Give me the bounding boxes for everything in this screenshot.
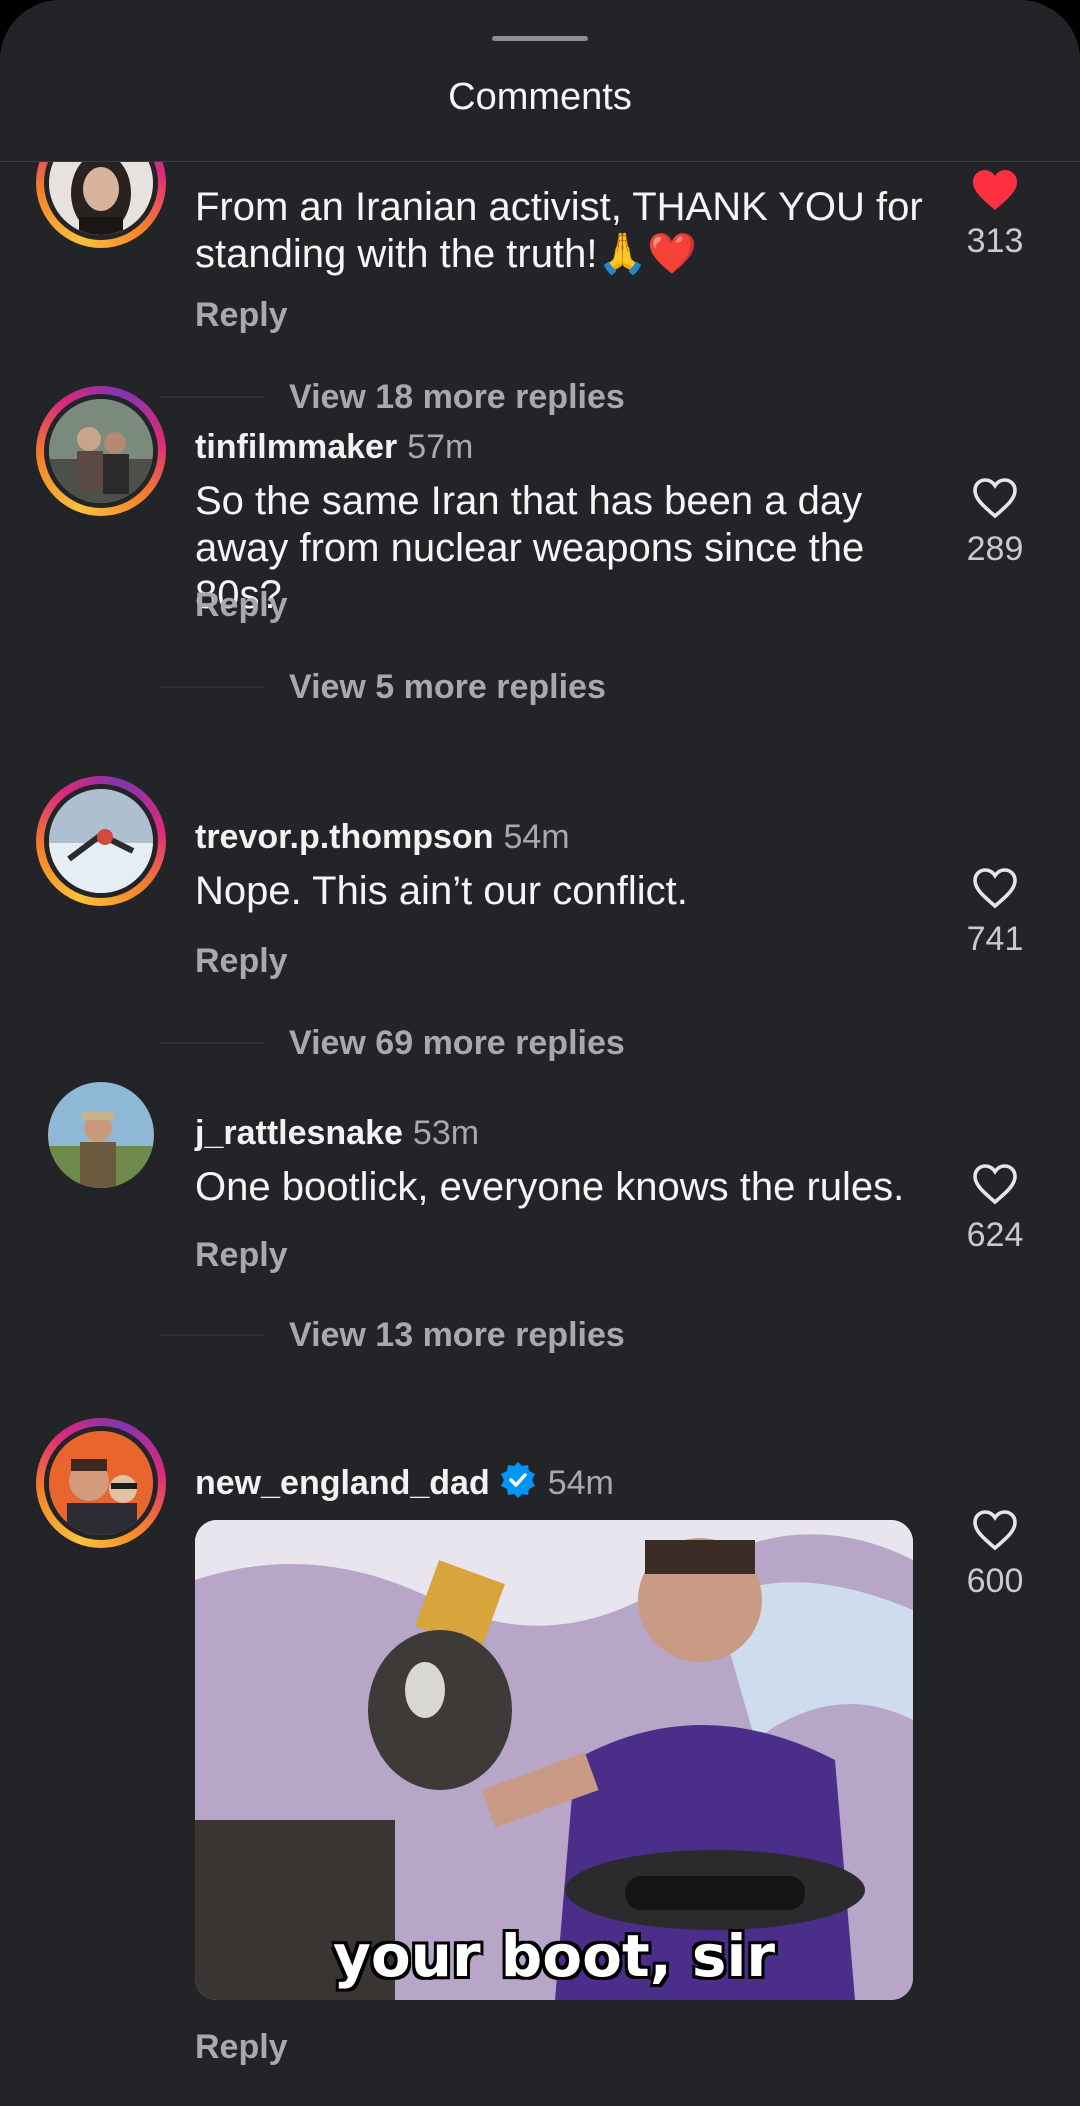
thread-line	[160, 1042, 265, 1044]
thread-line	[160, 396, 265, 398]
heart-outline-icon	[973, 478, 1017, 519]
timestamp: 54m	[547, 1464, 614, 1502]
heart-outline-icon	[973, 1164, 1017, 1205]
reply-button[interactable]: Reply	[195, 296, 288, 335]
username[interactable]: j_rattlesnake	[195, 1114, 403, 1152]
gif-caption: your boot, sir	[333, 1922, 775, 1990]
like-button[interactable]: 600	[955, 1508, 1035, 1601]
reply-button[interactable]: Reply	[195, 942, 288, 981]
view-more-label: View 5 more replies	[289, 668, 606, 706]
comment-meta: tinfilmmaker 57m	[195, 428, 473, 467]
timestamp: 57m	[407, 428, 474, 466]
gif-attachment[interactable]: your boot, sir	[195, 1520, 913, 2000]
reply-button[interactable]: Reply	[195, 2028, 288, 2067]
username[interactable]: new_england_dad	[195, 1464, 490, 1502]
heart-filled-icon	[973, 170, 1017, 210]
view-more-label: View 13 more replies	[289, 1316, 625, 1354]
like-count: 313	[966, 222, 1024, 260]
comment-text: From an Iranian activist, THANK YOU for …	[195, 185, 923, 276]
comment-text: So the same Iran that has been a day awa…	[195, 479, 865, 617]
like-count: 289	[966, 530, 1024, 568]
heart-outline-icon	[973, 1510, 1017, 1551]
comments-list[interactable]: From an Iranian activist, THANK YOU for …	[0, 162, 1080, 2106]
username[interactable]: trevor.p.thompson	[195, 818, 493, 856]
reply-button[interactable]: Reply	[195, 1236, 288, 1275]
like-button[interactable]: 289	[955, 476, 1035, 569]
drag-handle[interactable]	[492, 36, 588, 41]
avatar-image	[48, 1082, 154, 1188]
comment-text: Nope. This ain’t our conflict.	[195, 869, 688, 913]
timestamp: 54m	[503, 818, 570, 856]
like-count: 741	[966, 920, 1024, 958]
comment-meta: j_rattlesnake 53m	[195, 1114, 479, 1153]
like-count: 624	[966, 1216, 1024, 1254]
avatar-image	[44, 394, 158, 508]
view-more-label: View 18 more replies	[289, 378, 625, 416]
avatar-image	[44, 784, 158, 898]
avatar-image	[44, 162, 158, 240]
heart-outline-icon	[973, 868, 1017, 909]
comments-sheet: Comments From an Iranian activist, THANK…	[0, 0, 1080, 2106]
like-button[interactable]: 624	[955, 1162, 1035, 1255]
comment-meta: new_england_dad 54m	[195, 1460, 614, 1503]
avatar[interactable]	[48, 1082, 154, 1188]
comment-text: One bootlick, everyone knows the rules.	[195, 1165, 905, 1209]
username[interactable]: tinfilmmaker	[195, 428, 397, 466]
comment-meta: trevor.p.thompson 54m	[195, 818, 570, 857]
avatar[interactable]	[36, 776, 166, 906]
reply-button[interactable]: Reply	[195, 586, 288, 625]
like-button[interactable]: 741	[955, 866, 1035, 959]
thread-line	[160, 1334, 265, 1336]
like-button[interactable]: 313	[955, 168, 1035, 261]
like-count: 600	[966, 1562, 1024, 1600]
avatar-image	[44, 1426, 158, 1540]
sheet-title: Comments	[448, 76, 632, 118]
verified-badge-icon	[500, 1462, 535, 1498]
avatar[interactable]	[36, 162, 166, 248]
avatar[interactable]	[36, 386, 166, 516]
timestamp: 53m	[412, 1114, 480, 1152]
view-more-label: View 69 more replies	[289, 1024, 625, 1062]
avatar[interactable]	[36, 1418, 166, 1548]
thread-line	[160, 686, 265, 688]
